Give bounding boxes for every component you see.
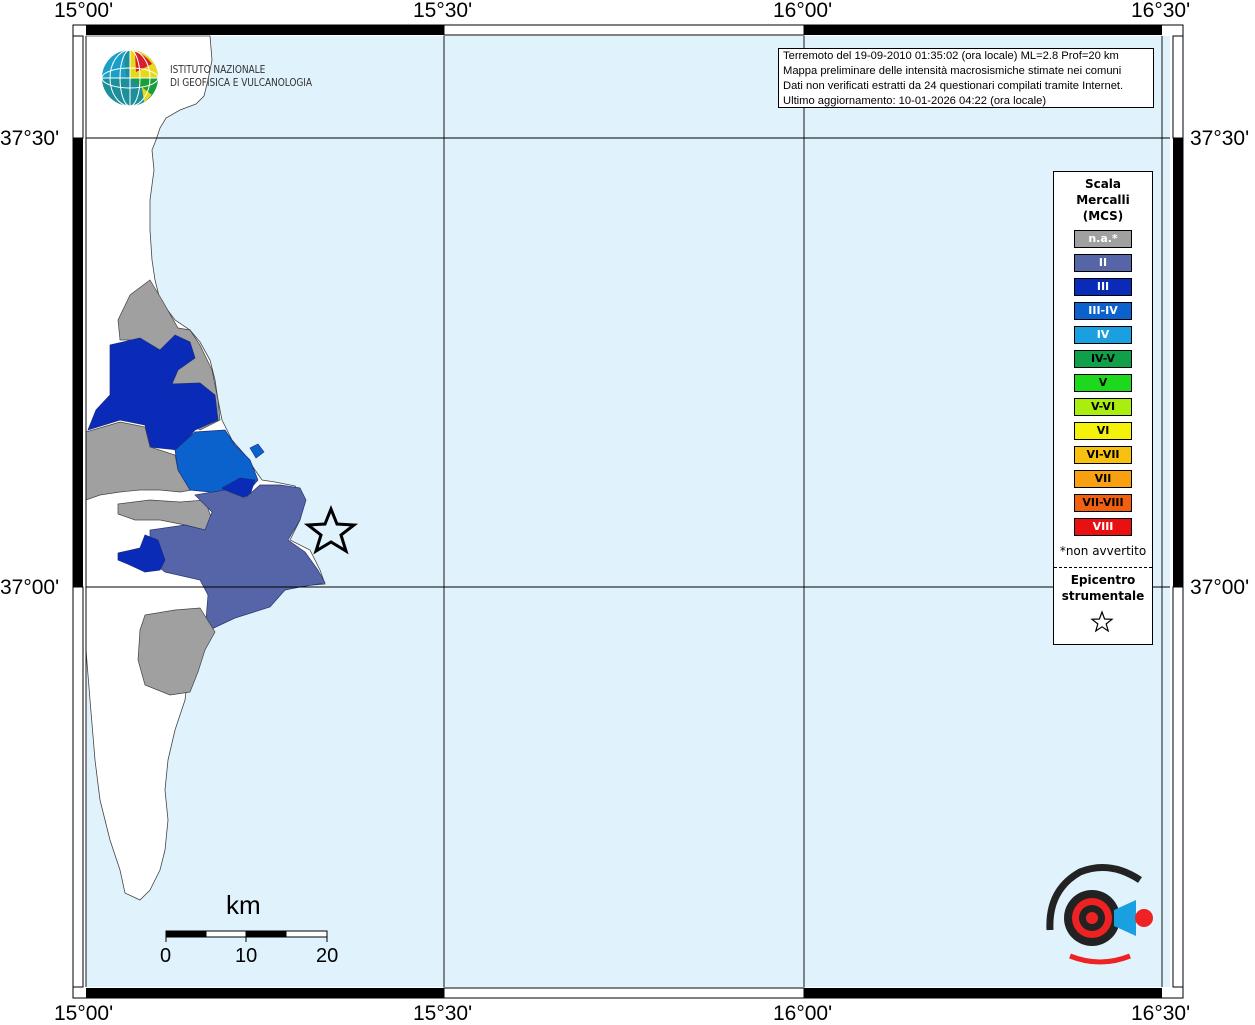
lat-label-right-2: 37°00': [1190, 576, 1250, 599]
lon-label-bottom-1: 15°00': [54, 1002, 114, 1025]
info-line-1: Terremoto del 19-09-2010 01:35:02 (ora l…: [783, 50, 1119, 62]
lon-label-bottom-3: 16°00': [773, 1002, 833, 1025]
legend-swatch-0: n.a.*: [1074, 230, 1132, 248]
info-line-3: Dati non verificati estratti da 24 quest…: [783, 80, 1124, 92]
intensity-legend: Scala Mercalli (MCS) n.a.* II III III-IV IV I…: [1053, 171, 1153, 645]
legend-swatch-7: V-VI: [1074, 398, 1132, 416]
info-line-4: Ultimo aggiornamento: 10-01-2026 04:22 (…: [783, 95, 1047, 107]
legend-epicenter-label: Epicentro strumentale: [1054, 572, 1152, 604]
legend-title-3: (MCS): [1082, 209, 1124, 223]
ingv-line-1: ISTITUTO NAZIONALE: [170, 64, 266, 76]
info-line-2: Mappa preliminare delle intensità macros…: [783, 65, 1122, 77]
legend-swatch-8: VI: [1074, 422, 1132, 440]
lon-label-top-1: 15°00': [54, 0, 114, 22]
ingv-globe-icon: [101, 49, 159, 107]
legend-title-1: Scala: [1084, 177, 1122, 191]
scale-unit: km: [226, 890, 261, 920]
legend-epicenter-2: strumentale: [1061, 589, 1145, 603]
legend-star-icon: [1090, 610, 1114, 633]
lon-label-top-3: 16°00': [773, 0, 833, 22]
lat-label-left-2: 37°00': [0, 576, 60, 599]
lon-label-top-4: 16°30': [1131, 0, 1191, 22]
lon-label-bottom-2: 15°30': [413, 1002, 473, 1025]
legend-swatch-3: III-IV: [1074, 302, 1132, 320]
lat-label-left-1: 37°30': [0, 127, 60, 150]
haisentito-target-icon: [1046, 864, 1153, 965]
legend-divider: [1054, 567, 1152, 568]
lon-label-top-2: 15°30': [413, 0, 473, 22]
legend-swatch-10: VII: [1074, 470, 1132, 488]
legend-swatch-6: V: [1074, 374, 1132, 392]
legend-title: Scala Mercalli (MCS): [1054, 176, 1152, 224]
lat-label-right-1: 37°30': [1190, 127, 1250, 150]
legend-swatch-9: VI-VII: [1074, 446, 1132, 464]
legend-swatch-1: II: [1074, 254, 1132, 272]
legend-note: *non avvertito: [1059, 544, 1147, 558]
scale-tick-20: 20: [316, 945, 339, 967]
ingv-logo-text: ISTITUTO NAZIONALE DI GEOFISICA E VULCAN…: [170, 64, 312, 90]
ingv-line-2: DI GEOFISICA E VULCANOLOGIA: [170, 77, 312, 89]
legend-swatch-5: IV-V: [1074, 350, 1132, 368]
legend-swatch-2: III: [1074, 278, 1132, 296]
legend-swatch-12: VIII: [1074, 518, 1132, 536]
scale-tick-0: 0: [160, 945, 172, 967]
lon-label-bottom-4: 16°30': [1131, 1002, 1191, 1025]
event-info-box: Terremoto del 19-09-2010 01:35:02 (ora l…: [778, 48, 1154, 108]
legend-swatch-11: VII-VIII: [1074, 494, 1132, 512]
legend-title-2: Mercalli: [1076, 193, 1130, 207]
scale-tick-10: 10: [235, 945, 258, 967]
legend-epicenter-1: Epicentro: [1070, 573, 1136, 587]
legend-swatch-4: IV: [1074, 326, 1132, 344]
